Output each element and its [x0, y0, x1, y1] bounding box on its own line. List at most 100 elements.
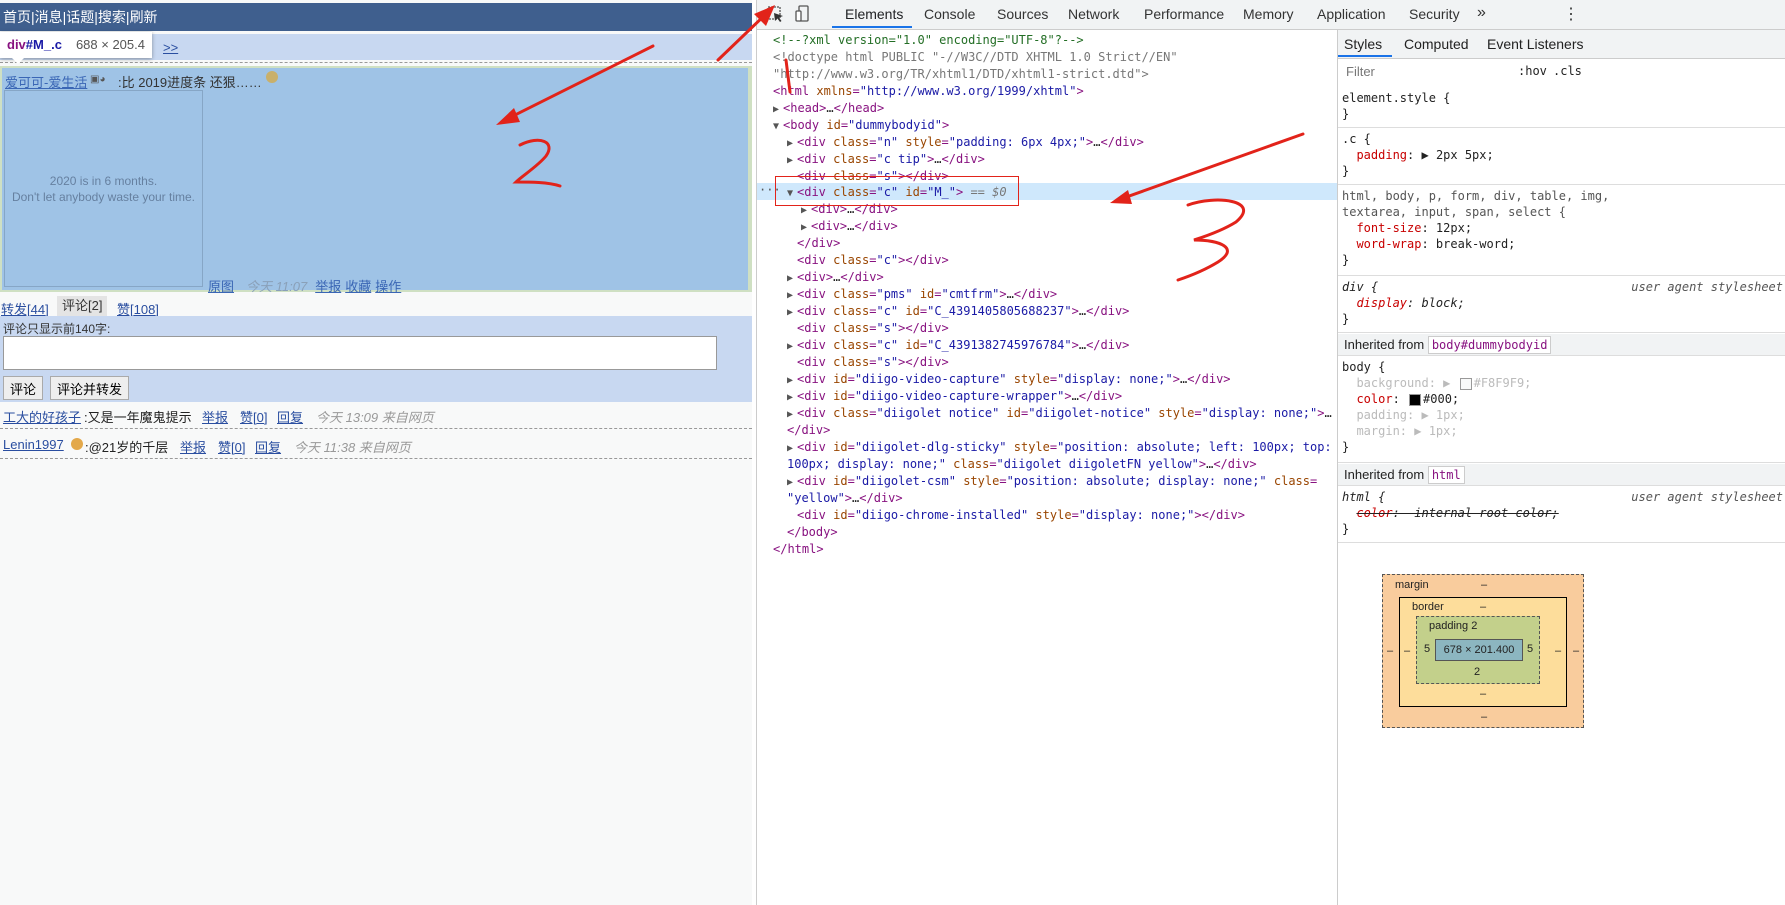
tab-network[interactable]: Network — [1068, 6, 1119, 22]
dom-line[interactable]: ▶ <div class="n" style="padding: 6px 4px;… — [787, 134, 1365, 151]
customize-menu-icon[interactable]: ⋮ — [1563, 4, 1579, 24]
dom-line[interactable]: ▶ <div>…</div> — [787, 269, 1365, 286]
comment-report-link[interactable]: 举报 — [202, 407, 228, 426]
favorite-link[interactable]: 收藏 — [345, 279, 371, 294]
comment-like-link[interactable]: 赞[0] — [240, 407, 267, 426]
dom-line[interactable]: <div class="s"></div> — [797, 354, 1375, 371]
dom-line[interactable]: ▶ <div id="diigo-video-capture" style="di… — [787, 371, 1365, 388]
comment-and-repost-button[interactable]: 评论并转发 — [50, 376, 130, 400]
hover-state-toggle[interactable]: :hov — [1518, 64, 1547, 78]
dom-line[interactable]: <!--?xml version="1.0" encoding="UTF-8"?… — [773, 32, 1351, 49]
dom-line[interactable]: <html xmlns="http://www.w3.org/1999/xhtm… — [773, 83, 1351, 100]
dom-line[interactable]: ▶ <div id="diigolet-csm" style="position:… — [787, 473, 1365, 490]
dom-line[interactable]: ▼ <body id="dummybodyid"> — [773, 117, 1351, 134]
nav-search[interactable]: 搜索 — [98, 9, 126, 25]
expand-arrow-icon[interactable]: ▶ — [801, 219, 811, 235]
comment-reply-link[interactable]: 回复 — [277, 407, 303, 426]
inherited-html-link[interactable]: html — [1427, 466, 1465, 484]
element-inspect-tooltip: div#M_.c 688 × 205.4 — [0, 32, 152, 64]
dom-line[interactable]: "yellow">…</div> — [787, 490, 1365, 507]
dom-line[interactable]: ▶ <div class="c" id="C_4391405805688237">… — [787, 303, 1365, 320]
tab-elements[interactable]: Elements — [845, 6, 903, 22]
device-toolbar-icon[interactable] — [795, 5, 809, 23]
tab-security[interactable]: Security — [1409, 6, 1460, 22]
post-image[interactable]: 2020 is in 6 months. Don't let anybody w… — [4, 90, 203, 287]
emoji-icon — [266, 71, 278, 83]
expand-arrow-icon[interactable]: ▶ — [773, 101, 783, 117]
dom-line[interactable]: <div id="diigo-chrome-installed" style="… — [797, 507, 1375, 524]
xml-comment: <!--?xml version="1.0" encoding="UTF-8"?… — [773, 33, 1084, 47]
expand-arrow-icon[interactable]: ▶ — [787, 270, 797, 286]
dom-line[interactable]: ▶ <div class="c tip">…</div> — [787, 151, 1365, 168]
style-rule-reset[interactable]: html, body, p, form, div, table, img, te… — [1338, 186, 1785, 276]
expand-arrow-icon[interactable]: ▶ — [787, 440, 797, 456]
tab-sources[interactable]: Sources — [997, 6, 1048, 22]
style-rule-ua-div[interactable]: div {user agent stylesheet display: bloc… — [1338, 277, 1785, 333]
report-link[interactable]: 举报 — [315, 279, 341, 294]
dom-line[interactable]: </div> — [787, 422, 1365, 439]
post-text: :比 2019进度条 还狠…… — [118, 75, 262, 90]
original-image-link[interactable]: 原图 — [208, 279, 234, 294]
nav-messages[interactable]: 消息 — [35, 9, 63, 25]
expand-arrow-icon[interactable]: ▶ — [787, 389, 797, 405]
tab-memory[interactable]: Memory — [1243, 6, 1294, 22]
tab-styles[interactable]: Styles — [1344, 36, 1382, 52]
style-rule-element[interactable]: element.style {} — [1338, 88, 1785, 128]
tab-performance[interactable]: Performance — [1144, 6, 1224, 22]
more-tabs-icon[interactable]: » — [1477, 4, 1486, 22]
collapse-arrow-icon[interactable]: ▼ — [773, 118, 783, 134]
tip-more-link[interactable]: >> — [163, 40, 178, 55]
dom-line[interactable]: </body> — [787, 524, 1365, 541]
comment-report-link[interactable]: 举报 — [180, 437, 206, 456]
dom-line[interactable]: ▶ <div class="c" id="C_4391382745976784">… — [787, 337, 1365, 354]
tab-application[interactable]: Application — [1317, 6, 1386, 22]
annotation-highlight-box — [775, 176, 1019, 206]
styles-filter-input[interactable]: Filter — [1342, 62, 1506, 82]
tab-event-listeners[interactable]: Event Listeners — [1487, 36, 1584, 52]
expand-arrow-icon[interactable]: ▶ — [787, 338, 797, 354]
comment-time: 今天 13:09 来自网页 — [316, 410, 434, 425]
dom-line[interactable]: ▶ <div id="diigolet-dlg-sticky" style="po… — [787, 439, 1365, 456]
dom-line[interactable]: 100px; display: none;" class="diigolet d… — [787, 456, 1365, 473]
dom-line[interactable]: </div> — [797, 235, 1375, 252]
style-rule-body[interactable]: body { background: ▶ #F8F9F9; color: #00… — [1338, 357, 1785, 463]
inspect-element-icon[interactable] — [767, 6, 784, 23]
dom-line[interactable]: "http://www.w3.org/TR/xhtml1/DTD/xhtml1-… — [773, 66, 1351, 83]
expand-arrow-icon[interactable]: ▶ — [787, 372, 797, 388]
operations-link[interactable]: 操作 — [375, 279, 401, 294]
comment-tab[interactable]: 评论[2] — [57, 296, 108, 316]
expand-arrow-icon[interactable]: ▶ — [787, 304, 797, 320]
comment-like-link[interactable]: 赞[0] — [218, 437, 245, 456]
tab-computed[interactable]: Computed — [1404, 36, 1469, 52]
dom-line[interactable]: ▶ <div id="diigo-video-capture-wrapper">…… — [787, 388, 1365, 405]
comment-author-link[interactable]: Lenin1997 — [3, 437, 64, 452]
dom-line[interactable]: ▶ <div class="diigolet notice" id="diigol… — [787, 405, 1365, 422]
nav-refresh[interactable]: 刷新 — [130, 9, 158, 25]
style-rule-c[interactable]: .c { padding: ▶ 2px 5px;} — [1338, 129, 1785, 185]
nav-home[interactable]: 首页 — [3, 9, 31, 25]
dom-line[interactable]: ▶ <head>…</head> — [773, 100, 1351, 117]
comment-author-link[interactable]: 工大的好孩子 — [3, 407, 81, 426]
expand-arrow-icon[interactable]: ▶ — [787, 152, 797, 168]
expand-arrow-icon[interactable]: ▶ — [787, 287, 797, 303]
image-text-line-1: 2020 is in 6 months. — [49, 173, 158, 188]
style-rule-ua-html[interactable]: html {user agent stylesheet color: -inte… — [1338, 487, 1785, 543]
comment-reply-link[interactable]: 回复 — [255, 437, 281, 456]
dom-line[interactable]: <div class="s"></div> — [797, 320, 1375, 337]
post-author-link[interactable]: 爱可可-爱生活 — [5, 72, 87, 91]
expand-arrow-icon[interactable]: ▶ — [787, 474, 797, 490]
dom-line[interactable]: <!doctype html PUBLIC "-//W3C//DTD XHTML… — [773, 49, 1351, 66]
comment-input[interactable] — [3, 336, 717, 370]
nav-topics[interactable]: 话题 — [66, 9, 94, 25]
top-nav: 首页|消息|话题|搜索|刷新 — [0, 3, 752, 31]
class-toggle[interactable]: .cls — [1553, 64, 1582, 78]
dom-line[interactable]: </html> — [773, 541, 1351, 558]
expand-arrow-icon[interactable]: ▶ — [787, 406, 797, 422]
comment-button[interactable]: 评论 — [3, 376, 44, 400]
dom-line[interactable]: ▶ <div>…</div> — [801, 218, 1379, 235]
dom-line[interactable]: ▶ <div class="pms" id="cmtfrm">…</div> — [787, 286, 1365, 303]
dom-line[interactable]: <div class="c"></div> — [797, 252, 1375, 269]
tab-console[interactable]: Console — [924, 6, 975, 22]
inherited-body-link[interactable]: body#dummybodyid — [1427, 336, 1552, 354]
expand-arrow-icon[interactable]: ▶ — [787, 135, 797, 151]
